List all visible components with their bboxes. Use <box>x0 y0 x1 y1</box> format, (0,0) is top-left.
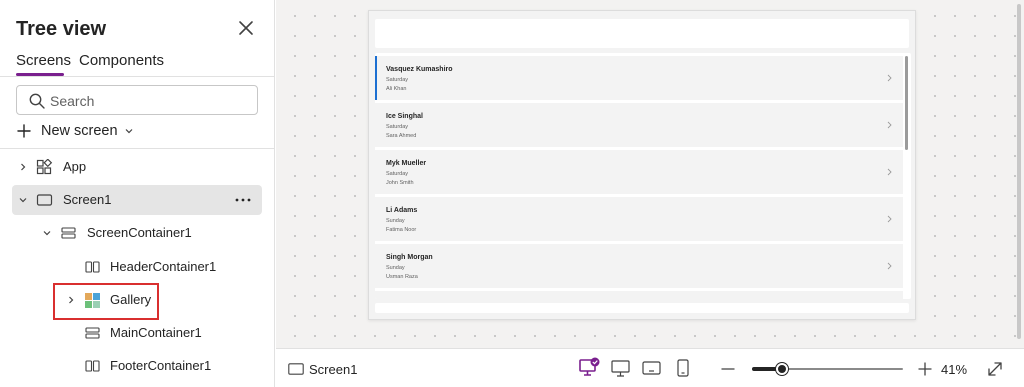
chevron-right-icon[interactable] <box>18 162 28 172</box>
gallery-item[interactable]: Ice Singhal Saturday Sara Ahmed <box>375 103 903 147</box>
gallery-item-subtitle: Sunday <box>386 218 405 224</box>
gallery-item-body: Ali Khan <box>386 86 407 92</box>
divider <box>0 148 275 149</box>
chevron-down-icon[interactable] <box>18 195 28 205</box>
app-icon <box>36 159 53 175</box>
search-box[interactable] <box>16 85 258 115</box>
horizontal-container-icon <box>85 360 100 372</box>
gallery-item-title: Ice Singhal <box>386 113 423 120</box>
tree-node-label: HeaderContainer1 <box>110 259 217 274</box>
tablet-icon[interactable] <box>640 357 664 379</box>
horizontal-container-icon <box>85 261 100 273</box>
gallery-item-body: John Smith <box>386 180 414 186</box>
tree-node-label: ScreenContainer1 <box>87 225 192 240</box>
pane-title: Tree view <box>16 18 107 40</box>
new-screen-button[interactable]: New screen <box>16 121 134 141</box>
search-icon <box>29 93 45 109</box>
tree-node-maincontainer1[interactable]: MainContainer1 <box>12 318 262 348</box>
zoom-slider[interactable] <box>752 363 903 375</box>
more-options-icon[interactable] <box>234 192 252 208</box>
gallery-item-body: Fatima Noor <box>386 227 417 233</box>
tree-view-pane: Tree view Screens Components New screen <box>0 0 275 387</box>
tree-node-app[interactable]: App <box>12 152 262 182</box>
tree-node-footercontainer1[interactable]: FooterContainer1 <box>12 351 262 381</box>
tree-node-screencontainer1[interactable]: ScreenContainer1 <box>12 218 262 248</box>
gallery-item-subtitle: Saturday <box>386 77 409 83</box>
chevron-right-icon[interactable] <box>886 215 893 223</box>
new-screen-label: New screen <box>41 123 118 139</box>
gallery-highlight-box <box>53 283 159 320</box>
zoom-in-icon[interactable] <box>917 361 933 377</box>
gallery-control[interactable]: Vasquez Kumashiro Saturday Ali Khan Ice … <box>375 53 911 299</box>
desktop-icon[interactable] <box>609 357 633 379</box>
phone-icon[interactable] <box>671 357 695 379</box>
gallery-item[interactable]: Myk Mueller Saturday John Smith <box>375 150 903 194</box>
screen-icon <box>36 194 53 206</box>
gallery-item-title: Vasquez Kumashiro <box>386 66 453 73</box>
chevron-right-icon[interactable] <box>886 121 893 129</box>
custom-device-icon[interactable] <box>578 357 602 379</box>
zoom-slider-handle[interactable] <box>776 363 788 375</box>
expand-icon[interactable] <box>986 360 1004 378</box>
gallery-item[interactable]: Vasquez Kumashiro Saturday Ali Khan <box>375 56 903 100</box>
design-canvas[interactable]: Vasquez Kumashiro Saturday Ali Khan Ice … <box>276 0 1024 348</box>
gallery-item-title: Li Adams <box>386 207 418 214</box>
chevron-down-icon[interactable] <box>42 228 52 238</box>
search-input[interactable] <box>50 91 250 110</box>
tree-node-label: Screen1 <box>63 192 112 207</box>
chevron-right-icon[interactable] <box>886 262 893 270</box>
canvas-status-bar: Screen1 41% <box>276 348 1024 387</box>
gallery-item-subtitle: Saturday <box>386 171 409 177</box>
tree-node-label: App <box>63 159 87 174</box>
app-screen-preview[interactable]: Vasquez Kumashiro Saturday Ali Khan Ice … <box>368 10 916 320</box>
divider <box>0 76 275 77</box>
scrollbar-thumb[interactable] <box>1017 4 1021 339</box>
chevron-down-icon <box>125 129 132 134</box>
tree-node-label: MainContainer1 <box>110 325 202 340</box>
gallery-item[interactable]: Li Adams Sunday Fatima Noor <box>375 197 903 241</box>
vertical-container-icon <box>61 227 76 239</box>
gallery-item-subtitle: Saturday <box>386 124 409 130</box>
gallery-item-partial[interactable] <box>375 291 903 299</box>
tab-components[interactable]: Components <box>79 52 164 69</box>
tree-node-label: FooterContainer1 <box>110 358 212 373</box>
zoom-out-icon[interactable] <box>720 361 736 377</box>
gallery-scrollbar[interactable] <box>905 56 908 150</box>
gallery-item[interactable]: Singh Morgan Sunday Usman Raza <box>375 244 903 288</box>
header-container[interactable] <box>375 19 909 48</box>
gallery-item-title: Myk Mueller <box>386 160 427 167</box>
close-icon[interactable] <box>236 18 256 38</box>
footer-container[interactable] <box>375 303 909 313</box>
plus-icon <box>17 124 31 138</box>
selected-item-indicator <box>375 56 377 100</box>
gallery-item-subtitle: Sunday <box>386 265 405 271</box>
current-screen-label: Screen1 <box>309 362 358 377</box>
gallery-item-title: Singh Morgan <box>386 254 433 261</box>
tree-node-headercontainer1[interactable]: HeaderContainer1 <box>12 252 262 282</box>
vertical-container-icon <box>85 327 100 339</box>
tree-node-screen1[interactable]: Screen1 <box>12 185 262 215</box>
zoom-percentage: 41% <box>941 362 968 377</box>
gallery-item-body: Usman Raza <box>386 274 418 280</box>
gallery-item-body: Sara Ahmed <box>386 133 417 139</box>
tab-screens[interactable]: Screens <box>16 52 71 69</box>
chevron-right-icon[interactable] <box>886 168 893 176</box>
chevron-right-icon[interactable] <box>886 74 893 82</box>
canvas-scrollbar[interactable] <box>1016 0 1022 348</box>
screen-icon <box>288 363 304 375</box>
